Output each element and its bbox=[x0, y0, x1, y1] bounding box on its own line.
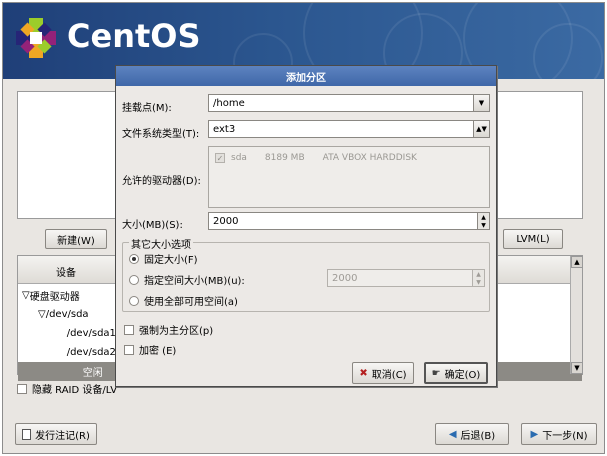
encrypt-option[interactable]: 加密 (E) bbox=[124, 342, 176, 357]
fixed-size-option[interactable]: 固定大小(F) bbox=[129, 251, 198, 266]
mount-point-combo[interactable]: /home ▼ bbox=[208, 94, 490, 112]
lvm-button[interactable]: LVM(L) bbox=[503, 229, 563, 249]
max-size-option[interactable]: 指定空间大小(MB)(u): bbox=[129, 272, 245, 287]
tree-expander-icon[interactable]: ▽ bbox=[18, 309, 46, 320]
fixed-size-radio[interactable] bbox=[129, 253, 139, 264]
max-size-spinner[interactable]: 2000 ▲ ▼ bbox=[327, 269, 485, 287]
size-value: 2000 bbox=[213, 215, 239, 227]
document-icon bbox=[22, 428, 32, 440]
chevron-down-icon[interactable]: ▼ bbox=[473, 95, 489, 111]
hide-raid-label: 隐藏 RAID 设备/LV bbox=[32, 385, 118, 396]
fs-type-label: 文件系统类型(T): bbox=[122, 129, 200, 140]
back-arrow-icon: ◀ bbox=[448, 428, 457, 440]
mount-point-value: /home bbox=[213, 97, 245, 109]
device-tree-label: /dev/sda1 bbox=[66, 328, 116, 339]
size-options-group: 其它大小选项 固定大小(F) 指定空间大小(MB)(u): 2000 ▲ ▼ 使用… bbox=[122, 236, 490, 312]
cancel-label: 取消(C) bbox=[371, 369, 407, 381]
fill-space-radio[interactable] bbox=[129, 295, 139, 306]
max-size-arrows-icon[interactable]: ▲ ▼ bbox=[472, 270, 484, 286]
dialog-title: 添加分区 bbox=[116, 66, 496, 86]
cancel-button[interactable]: ✖ 取消(C) bbox=[352, 362, 414, 384]
close-icon: ✖ bbox=[359, 367, 368, 379]
back-label: 后退(B) bbox=[460, 430, 496, 442]
device-column-header[interactable]: 设备 bbox=[56, 264, 76, 279]
device-tree-label: /dev/sda2 bbox=[66, 347, 116, 358]
encrypt-label: 加密 (E) bbox=[139, 346, 177, 357]
max-size-radio[interactable] bbox=[129, 274, 139, 285]
force-primary-label: 强制为主分区(p) bbox=[139, 326, 214, 337]
tree-expander-icon[interactable] bbox=[18, 347, 67, 358]
next-button[interactable]: ▶ 下一步(N) bbox=[521, 423, 597, 445]
tree-expander-icon[interactable] bbox=[18, 328, 67, 339]
release-notes-button[interactable]: 发行注记(R) bbox=[15, 423, 97, 445]
lvm-label: LVM(L) bbox=[516, 233, 550, 245]
drive-checkbox[interactable]: ✓ bbox=[215, 153, 225, 163]
next-arrow-icon: ▶ bbox=[530, 428, 539, 440]
hide-raid-option[interactable]: 隐藏 RAID 设备/LV bbox=[17, 381, 117, 396]
drive-size: 8189 MB bbox=[264, 153, 305, 163]
drive-row[interactable]: ✓ sda 8189 MB ATA VBOX HARDDISK bbox=[215, 153, 417, 163]
brand-name: CentOS bbox=[67, 17, 201, 55]
fixed-size-label: 固定大小(F) bbox=[144, 255, 198, 266]
fs-type-select[interactable]: ext3 ▲▼ bbox=[208, 120, 490, 138]
ok-button[interactable]: ☛ 确定(O) bbox=[424, 362, 488, 384]
release-notes-label: 发行注记(R) bbox=[35, 430, 90, 442]
max-size-label: 指定空间大小(MB)(u): bbox=[144, 276, 245, 287]
hide-raid-checkbox[interactable] bbox=[17, 383, 27, 394]
size-spinner[interactable]: 2000 ▲ ▼ bbox=[208, 212, 490, 230]
tree-expander-icon[interactable] bbox=[18, 366, 67, 377]
device-tree-label: 硬盘驱动器 bbox=[29, 292, 80, 303]
installer-window: CentOS 新建(W) LVM(L) 设备 ▽ 硬盘驱动器 ▽ /dev/sda… bbox=[2, 2, 605, 454]
mount-point-label: 挂载点(M): bbox=[122, 103, 172, 114]
ok-label: 确定(O) bbox=[444, 369, 481, 381]
next-label: 下一步(N) bbox=[542, 430, 588, 442]
add-partition-dialog: 添加分区 挂载点(M): /home ▼ 文件系统类型(T): ext3 ▲▼ … bbox=[115, 65, 497, 387]
drive-model: ATA VBOX HARDDISK bbox=[322, 153, 417, 163]
centos-logo-icon bbox=[16, 18, 56, 58]
device-tree-label: 空闲 bbox=[82, 368, 103, 379]
allowed-drives-label: 允许的驱动器(D): bbox=[122, 176, 201, 187]
drive-name: sda bbox=[231, 153, 247, 163]
force-primary-option[interactable]: 强制为主分区(p) bbox=[124, 322, 213, 337]
back-button[interactable]: ◀ 后退(B) bbox=[435, 423, 509, 445]
new-partition-label: 新建(W) bbox=[57, 235, 95, 247]
device-table-scrollbar[interactable]: ▲ ▼ bbox=[570, 256, 583, 374]
updown-arrows-icon[interactable]: ▲▼ bbox=[473, 121, 489, 137]
size-label: 大小(MB)(S): bbox=[122, 220, 183, 231]
ok-hand-icon: ☛ bbox=[431, 367, 441, 379]
tree-expander-icon[interactable]: ▽ bbox=[18, 290, 30, 301]
encrypt-checkbox[interactable] bbox=[124, 344, 134, 355]
device-tree-label: /dev/sda bbox=[45, 309, 89, 320]
fill-space-label: 使用全部可用空间(a) bbox=[144, 297, 238, 308]
size-options-title: 其它大小选项 bbox=[129, 236, 193, 251]
force-primary-checkbox[interactable] bbox=[124, 324, 134, 335]
new-partition-button[interactable]: 新建(W) bbox=[45, 229, 107, 249]
fs-type-value: ext3 bbox=[213, 123, 236, 135]
allowed-drives-list[interactable]: ✓ sda 8189 MB ATA VBOX HARDDISK bbox=[208, 146, 490, 208]
spinner-arrows-icon[interactable]: ▲ ▼ bbox=[477, 213, 489, 229]
max-size-value: 2000 bbox=[332, 272, 358, 284]
fill-space-option[interactable]: 使用全部可用空间(a) bbox=[129, 293, 238, 308]
